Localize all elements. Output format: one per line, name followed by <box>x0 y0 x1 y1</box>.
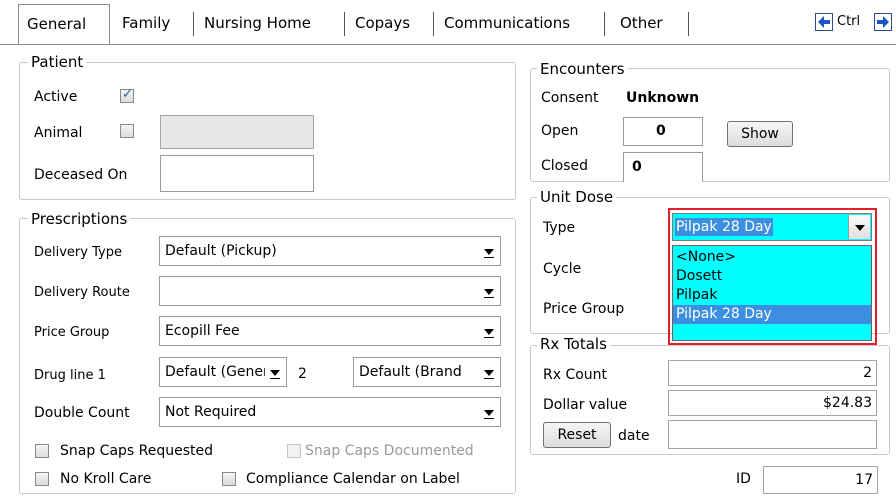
show-button[interactable]: Show <box>727 121 793 147</box>
double-count-value: Not Required <box>165 404 257 420</box>
open-label: Open <box>541 123 579 139</box>
checkmark-icon: ✓ <box>122 87 133 102</box>
rx-count-field: 2 <box>668 360 877 386</box>
rx-totals-legend: Rx Totals <box>537 335 610 353</box>
unit-dose-type-value: Pilpak 28 Day <box>675 218 773 236</box>
deceased-on-label: Deceased On <box>34 167 128 183</box>
arrow-left-icon[interactable] <box>815 13 833 31</box>
unit-dose-type-label: Type <box>543 220 576 236</box>
patient-legend: Patient <box>28 53 87 71</box>
drug-line-1-value: Default (Gener <box>165 364 265 380</box>
tab-copays[interactable]: Copays <box>347 6 418 40</box>
tab-copays-label: Copays <box>355 14 411 32</box>
consent-label: Consent <box>541 90 599 106</box>
chevron-down-icon[interactable] <box>848 215 870 239</box>
unit-dose-legend: Unit Dose <box>537 188 617 206</box>
drug-line-2-value: Default (Brand <box>359 364 462 380</box>
unit-dose-price-group-label: Price Group <box>543 301 625 317</box>
unit-dose-type-select[interactable]: Pilpak 28 Day <box>672 213 872 241</box>
tab-divider <box>433 12 434 36</box>
tab-bar: General Family Nursing Home Copays Commu… <box>0 0 896 46</box>
tab-nursing-home[interactable]: Nursing Home <box>196 6 319 40</box>
unit-dose-type-options: <None> Dosett Pilpak Pilpak 28 Day <box>672 245 872 341</box>
tab-divider <box>193 12 194 36</box>
tab-divider <box>604 12 605 36</box>
delivery-type-select[interactable]: Default (Pickup) <box>159 236 501 266</box>
animal-field <box>160 115 314 149</box>
delivery-type-value: Default (Pickup) <box>165 243 277 259</box>
chevron-down-icon <box>480 280 498 302</box>
price-group-label: Price Group <box>34 325 110 340</box>
snap-caps-requested-checkbox[interactable] <box>35 444 49 458</box>
tab-scroll-nav: Ctrl <box>815 12 896 34</box>
animal-checkbox[interactable] <box>120 124 134 138</box>
unit-dose-type-dropdown[interactable]: Pilpak 28 Day <None> Dosett Pilpak Pilpa… <box>668 208 877 345</box>
compliance-calendar-checkbox[interactable] <box>222 472 236 486</box>
tab-communications-label: Communications <box>444 14 571 32</box>
dollar-value-field: $24.83 <box>668 390 877 416</box>
closed-field: 0 <box>623 152 703 182</box>
rx-count-label: Rx Count <box>543 367 608 383</box>
id-field: 17 <box>763 466 878 494</box>
tab-general[interactable]: General <box>18 4 110 44</box>
date-label: date <box>618 428 650 444</box>
chevron-down-icon <box>480 240 498 262</box>
deceased-on-field[interactable] <box>160 155 314 192</box>
dropdown-option-dosett[interactable]: Dosett <box>673 267 871 286</box>
tab-divider <box>688 12 689 36</box>
dropdown-option-pilpak[interactable]: Pilpak <box>673 286 871 305</box>
ctrl-label: Ctrl <box>837 14 861 29</box>
encounters-legend: Encounters <box>537 60 628 78</box>
double-count-select[interactable]: Not Required <box>159 397 501 427</box>
snap-caps-documented-checkbox <box>287 444 301 458</box>
active-label: Active <box>34 89 78 105</box>
tab-underline <box>0 44 896 45</box>
price-group-select[interactable]: Ecopill Fee <box>159 316 501 346</box>
animal-label: Animal <box>34 125 83 141</box>
chevron-down-icon <box>480 320 498 342</box>
drug-line-1-select[interactable]: Default (Gener <box>159 357 287 387</box>
unit-dose-cycle-label: Cycle <box>543 261 582 277</box>
dropdown-option-none[interactable]: <None> <box>673 248 871 267</box>
chevron-down-icon <box>480 401 498 423</box>
tab-communications[interactable]: Communications <box>436 6 578 40</box>
tab-other[interactable]: Other <box>612 6 671 40</box>
drug-line-2-label: 2 <box>298 366 307 382</box>
no-kroll-care-label: No Kroll Care <box>60 471 152 487</box>
open-value: 0 <box>656 123 666 139</box>
closed-label: Closed <box>541 158 589 174</box>
delivery-route-select[interactable] <box>159 276 501 306</box>
open-field: 0 <box>623 117 703 146</box>
dropdown-option-pilpak-28-day[interactable]: Pilpak 28 Day <box>673 305 871 324</box>
reset-button[interactable]: Reset <box>543 422 611 448</box>
tab-family[interactable]: Family <box>114 6 178 40</box>
chevron-down-icon <box>266 361 284 383</box>
snap-caps-documented-label: Snap Caps Documented <box>305 443 474 459</box>
tab-general-label: General <box>27 15 87 33</box>
tab-nursing-home-label: Nursing Home <box>204 14 311 32</box>
closed-value: 0 <box>632 159 642 175</box>
no-kroll-care-checkbox[interactable] <box>35 472 49 486</box>
delivery-route-label: Delivery Route <box>34 285 130 300</box>
active-checkbox[interactable]: ✓ <box>120 87 134 103</box>
tab-other-label: Other <box>620 14 663 32</box>
prescriptions-legend: Prescriptions <box>28 210 131 228</box>
date-field[interactable] <box>668 420 877 449</box>
compliance-calendar-label: Compliance Calendar on Label <box>246 471 460 487</box>
tab-family-label: Family <box>122 14 171 32</box>
id-label: ID <box>736 471 751 487</box>
arrow-right-icon[interactable] <box>874 13 892 31</box>
price-group-value: Ecopill Fee <box>165 323 240 339</box>
chevron-down-icon <box>480 361 498 383</box>
delivery-type-label: Delivery Type <box>34 245 122 260</box>
double-count-label: Double Count <box>34 405 130 421</box>
drug-line-label: Drug line 1 <box>34 368 106 383</box>
consent-value: Unknown <box>626 90 700 106</box>
tab-divider <box>344 12 345 36</box>
dollar-value-label: Dollar value <box>543 397 628 413</box>
drug-line-2-select[interactable]: Default (Brand <box>353 357 501 387</box>
snap-caps-requested-label: Snap Caps Requested <box>60 443 214 459</box>
